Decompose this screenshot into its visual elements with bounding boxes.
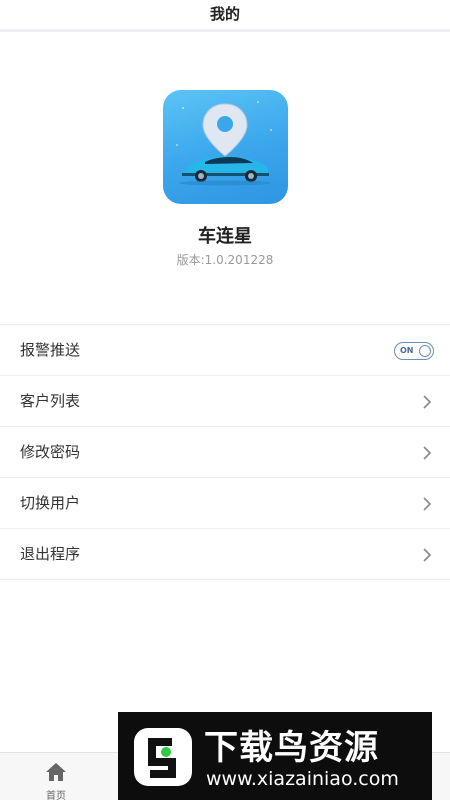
page-header: 我的	[0, 0, 450, 32]
chevron-right-icon	[423, 446, 432, 460]
watermark-title: 下载鸟资源	[204, 728, 379, 768]
chevron-right-icon	[423, 395, 432, 409]
menu-item-label: 修改密码	[20, 443, 81, 461]
app-logo	[163, 90, 288, 204]
chevron-right-icon	[423, 497, 432, 511]
menu-item-alarm-push: 报警推送 ON	[0, 325, 450, 376]
watermark-url: www.xiazainiao.com	[206, 768, 399, 790]
toggle-knob	[419, 344, 431, 357]
home-icon	[46, 763, 66, 781]
chevron-right-icon	[423, 548, 432, 562]
toggle-state-label: ON	[400, 346, 414, 355]
menu-item-change-password[interactable]: 修改密码	[0, 427, 450, 478]
menu-item-label: 退出程序	[20, 545, 81, 563]
settings-menu: 报警推送 ON 客户列表 修改密码 切换用户 退出程序	[0, 324, 450, 580]
menu-item-label: 切换用户	[20, 494, 81, 512]
app-version: 版本:1.0.201228	[176, 253, 274, 267]
app-name: 车连星	[198, 226, 252, 247]
tab-home[interactable]: 首页	[0, 753, 112, 800]
menu-item-customer-list[interactable]: 客户列表	[0, 376, 450, 427]
site-watermark: 下载鸟资源 www.xiazainiao.com	[118, 712, 432, 800]
menu-item-switch-user[interactable]: 切换用户	[0, 478, 450, 529]
page-title: 我的	[209, 5, 240, 23]
bird-logo-icon	[134, 728, 192, 786]
menu-item-exit-app[interactable]: 退出程序	[0, 529, 450, 580]
alarm-push-toggle[interactable]: ON	[394, 342, 434, 360]
menu-item-label: 客户列表	[20, 392, 81, 410]
tab-label: 首页	[46, 791, 66, 800]
menu-item-label: 报警推送	[20, 341, 81, 359]
car-location-logo-icon	[176, 101, 272, 186]
